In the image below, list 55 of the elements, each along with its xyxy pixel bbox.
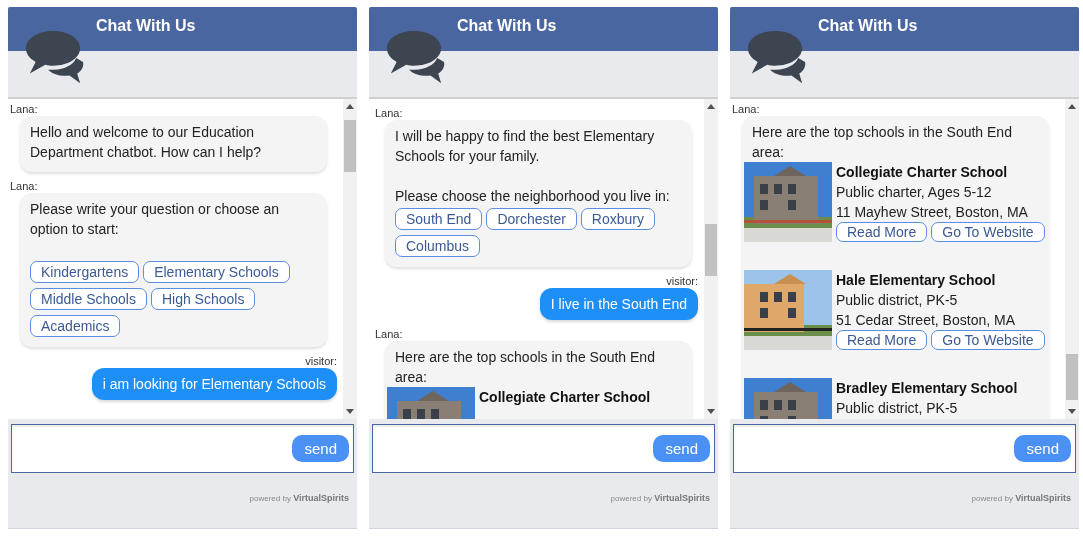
option-button[interactable]: Dorchester (486, 208, 577, 230)
school-link-button[interactable]: Read More (836, 330, 928, 350)
option-button[interactable]: Academics (30, 315, 121, 337)
message-text: Here are the top schools in the South End area: (395, 348, 656, 387)
chat-title: Chat With Us (818, 17, 918, 35)
option-button[interactable]: Kindergartens (30, 261, 140, 283)
school-link-button[interactable]: Go To Website (931, 330, 1045, 350)
message-text: I will be happy to find the best Elementary Schools for your family. (395, 127, 656, 166)
option-button[interactable]: Roxbury (580, 208, 655, 230)
school-link-button[interactable]: Go To Website (931, 222, 1045, 242)
scrollbar[interactable] (1065, 99, 1079, 419)
school-name: Bradley Elementary School (836, 379, 1018, 398)
message-text: i am looking for Elementary Schools (102, 376, 326, 392)
school-address: 51 Cedar Street, Boston, MA (836, 311, 1016, 330)
school-address: 11 Mayhew Street, Boston, MA (836, 203, 1029, 222)
scrollbar[interactable] (343, 99, 357, 419)
scroll-down-icon[interactable] (707, 409, 715, 414)
option-button[interactable]: Columbus (395, 235, 481, 257)
sender-label: Lana: (375, 107, 404, 119)
sender-label: Lana: (375, 328, 404, 340)
message-text: Hello and welcome to our Education Department chatbot. How can I help? (30, 123, 263, 162)
scroll-up-icon[interactable] (707, 104, 715, 109)
scroll-down-icon[interactable] (1068, 409, 1076, 414)
school-link-button[interactable]: Read More (836, 222, 928, 242)
school-type: Public district, PK-5 (836, 399, 959, 418)
sender-label: Lana: (10, 103, 39, 115)
chat-title: Chat With Us (457, 17, 557, 35)
option-button[interactable]: High Schools (150, 288, 256, 310)
option-button[interactable]: Elementary Schools (143, 261, 290, 283)
option-button[interactable]: Middle Schools (30, 288, 147, 310)
school-type: Public district, PK-5 (836, 291, 959, 310)
scrollbar[interactable] (704, 99, 718, 419)
school-name: Hale Elementary School (836, 271, 997, 290)
scroll-down-icon[interactable] (346, 409, 354, 414)
powered-by-text: powered by VirtualSpirits (249, 493, 349, 503)
school-name: Collegiate Charter School (479, 388, 651, 407)
sender-label: visitor: (666, 275, 698, 287)
powered-by-text: powered by VirtualSpirits (971, 493, 1071, 503)
scroll-up-icon[interactable] (1068, 104, 1076, 109)
school-name: Collegiate Charter School (836, 163, 1009, 182)
powered-by-text: powered by VirtualSpirits (610, 493, 710, 503)
message-text: Please write your question or choose an option to start: (30, 200, 281, 239)
message-text: I live in the South End (550, 296, 687, 312)
school-type: Public charter, Ages 5-12 (836, 183, 993, 202)
scroll-up-icon[interactable] (346, 104, 354, 109)
scrollbar-thumb[interactable] (344, 120, 356, 172)
message-text: Here are the top schools in the South End area: (752, 123, 1013, 162)
scrollbar-thumb[interactable] (1066, 354, 1078, 400)
sender-label: visitor: (305, 355, 337, 367)
sender-label: Lana: (10, 180, 39, 192)
scrollbar-thumb[interactable] (705, 224, 717, 276)
message-text: Please choose the neighborhood you live in: (395, 187, 671, 206)
option-button[interactable]: South End (395, 208, 483, 230)
chat-title: Chat With Us (96, 17, 196, 35)
sender-label: Lana: (732, 103, 761, 115)
